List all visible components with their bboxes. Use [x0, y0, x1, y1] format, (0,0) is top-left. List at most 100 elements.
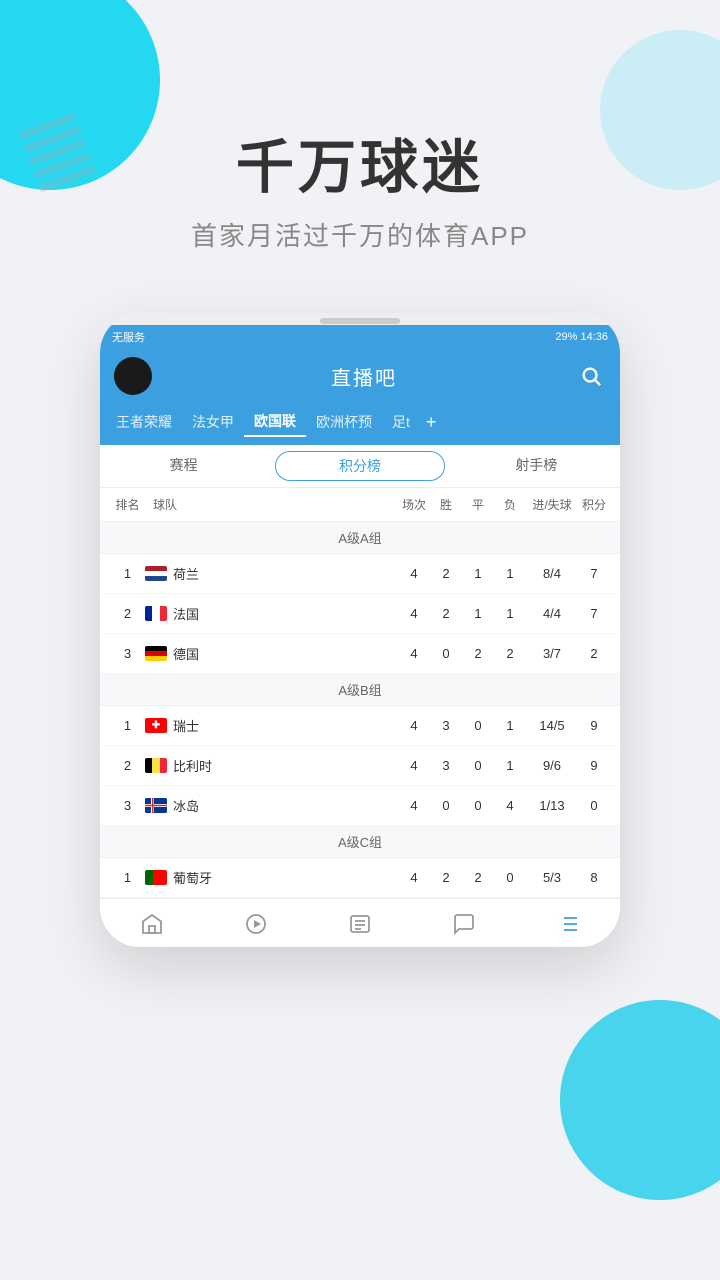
matches-cell: 4	[398, 758, 430, 773]
nav-tab-ouyubei[interactable]: 欧洲杯预	[306, 408, 382, 436]
news-icon	[347, 911, 373, 937]
app-header: 直播吧	[100, 349, 620, 407]
team-cell: 冰岛	[145, 796, 398, 815]
flag-fr	[145, 606, 167, 621]
table-row[interactable]: 1 荷兰 4 2 1 1 8/4 7	[100, 554, 620, 594]
rank-cell: 1	[110, 718, 145, 733]
team-name: 荷兰	[173, 564, 199, 583]
team-name: 冰岛	[173, 796, 199, 815]
pts-cell: 2	[578, 646, 610, 661]
lose-cell: 0	[494, 870, 526, 885]
phone-notch	[320, 318, 400, 324]
app-logo[interactable]	[114, 357, 152, 395]
pts-cell: 0	[578, 798, 610, 813]
goal-cell: 14/5	[526, 718, 578, 733]
flag-nl	[145, 566, 167, 581]
team-name: 瑞士	[173, 716, 199, 735]
team-name: 比利时	[173, 756, 212, 775]
home-icon-svg	[140, 912, 164, 936]
flag-is	[145, 798, 167, 813]
bottom-nav-news[interactable]	[308, 907, 412, 941]
th-lose: 负	[494, 496, 526, 513]
play-icon	[243, 911, 269, 937]
win-cell: 2	[430, 566, 462, 581]
bottom-nav-play[interactable]	[204, 907, 308, 941]
goal-cell: 1/13	[526, 798, 578, 813]
lose-cell: 1	[494, 758, 526, 773]
th-team: 球队	[145, 496, 398, 513]
sub-tab-schedule[interactable]: 赛程	[100, 445, 267, 487]
matches-cell: 4	[398, 870, 430, 885]
table-row[interactable]: 1 ✚ 瑞士 4 3 0 1 14/5 9	[100, 706, 620, 746]
phone-wrapper: 无服务 29% 14:36 直播吧 王者荣耀 法女甲 欧国联 欧洲杯预 足t +	[0, 283, 720, 947]
team-cell: 法国	[145, 604, 398, 623]
phone-notch-bar	[100, 313, 620, 325]
win-cell: 3	[430, 758, 462, 773]
win-cell: 2	[430, 606, 462, 621]
group-a-header: A级A组	[100, 522, 620, 554]
pts-cell: 8	[578, 870, 610, 885]
team-cell: 比利时	[145, 756, 398, 775]
lose-cell: 1	[494, 606, 526, 621]
search-button[interactable]	[576, 361, 606, 391]
draw-cell: 1	[462, 606, 494, 621]
table-header: 排名 球队 场次 胜 平 负 进/失球 积分	[100, 488, 620, 522]
team-cell: 荷兰	[145, 564, 398, 583]
draw-cell: 2	[462, 870, 494, 885]
status-no-service: 无服务	[112, 329, 145, 345]
team-cell: ✚ 瑞士	[145, 716, 398, 735]
bottom-nav-chat[interactable]	[412, 907, 516, 941]
matches-cell: 4	[398, 798, 430, 813]
bottom-nav-list[interactable]	[516, 907, 620, 941]
hero-section: 千万球迷 首家月活过千万的体育APP	[0, 0, 720, 283]
draw-cell: 0	[462, 758, 494, 773]
matches-cell: 4	[398, 606, 430, 621]
matches-cell: 4	[398, 718, 430, 733]
win-cell: 2	[430, 870, 462, 885]
iceland-flag-svg	[145, 798, 167, 813]
bottom-nav	[100, 898, 620, 947]
draw-cell: 2	[462, 646, 494, 661]
rank-cell: 2	[110, 758, 145, 773]
phone-mockup: 无服务 29% 14:36 直播吧 王者荣耀 法女甲 欧国联 欧洲杯预 足t +	[100, 313, 620, 947]
lose-cell: 2	[494, 646, 526, 661]
th-matches: 场次	[398, 496, 430, 513]
status-right: 29% 14:36	[555, 331, 608, 343]
table-row[interactable]: 2 法国 4 2 1 1 4/4 7	[100, 594, 620, 634]
th-win: 胜	[430, 496, 462, 513]
nav-tab-fanv[interactable]: 法女甲	[182, 408, 244, 436]
lose-cell: 1	[494, 718, 526, 733]
th-rank: 排名	[110, 496, 145, 513]
nav-tab-more[interactable]: +	[420, 408, 443, 437]
swiss-cross: ✚	[152, 721, 160, 731]
lose-cell: 1	[494, 566, 526, 581]
table-row[interactable]: 3 德国 4 0 2 2 3/7 2	[100, 634, 620, 674]
pts-cell: 7	[578, 566, 610, 581]
search-icon	[580, 365, 602, 387]
sub-tabs: 赛程 积分榜 射手榜	[100, 445, 620, 488]
table-row[interactable]: 2 比利时 4 3 0 1 9/6 9	[100, 746, 620, 786]
play-icon-svg	[244, 912, 268, 936]
pts-cell: 9	[578, 758, 610, 773]
nav-tab-foot[interactable]: 足t	[382, 408, 420, 436]
sub-tab-scorers[interactable]: 射手榜	[453, 445, 620, 487]
team-name: 葡萄牙	[173, 868, 212, 887]
rank-cell: 3	[110, 798, 145, 813]
goal-cell: 3/7	[526, 646, 578, 661]
pts-cell: 9	[578, 718, 610, 733]
list-icon-svg	[556, 912, 580, 936]
nav-tab-wangzhe[interactable]: 王者荣耀	[106, 408, 182, 436]
th-pts: 积分	[578, 496, 610, 513]
team-name: 法国	[173, 604, 199, 623]
lose-cell: 4	[494, 798, 526, 813]
news-icon-svg	[348, 912, 372, 936]
bottom-nav-home[interactable]	[100, 907, 204, 941]
table-row[interactable]: 3 冰岛 4 0 0 4 1/13 0	[100, 786, 620, 826]
table-row[interactable]: 1 葡萄牙 4 2 2 0 5/3 8	[100, 858, 620, 898]
app-title: 直播吧	[331, 362, 397, 391]
list-icon	[555, 911, 581, 937]
nav-tab-oujian[interactable]: 欧国联	[244, 407, 306, 437]
sub-tab-standings[interactable]: 积分榜	[275, 451, 444, 481]
home-icon	[139, 911, 165, 937]
chat-icon	[451, 911, 477, 937]
